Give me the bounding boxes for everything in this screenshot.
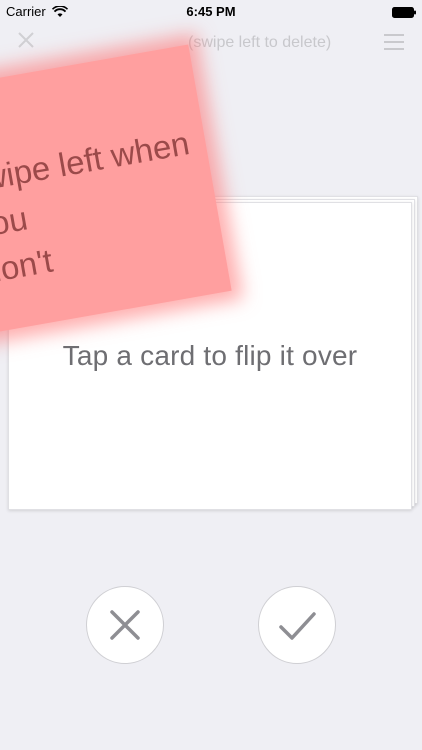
x-icon [110, 610, 140, 640]
accept-button[interactable] [258, 586, 336, 664]
reject-button[interactable] [86, 586, 164, 664]
status-time: 6:45 PM [186, 4, 236, 19]
check-icon [279, 612, 316, 640]
swiped-card-text: swipe left when you don't [0, 124, 193, 291]
status-bar: Carrier 6:45 PM [0, 0, 422, 24]
battery-icon [392, 6, 416, 18]
swipe-hint: (swipe left to delete) [188, 34, 332, 51]
menu-icon[interactable] [384, 34, 404, 52]
flashcard-text: Tap a card to flip it over [62, 340, 358, 371]
swiped-card[interactable]: swipe left when you don't [0, 44, 232, 338]
close-icon[interactable] [16, 30, 36, 50]
